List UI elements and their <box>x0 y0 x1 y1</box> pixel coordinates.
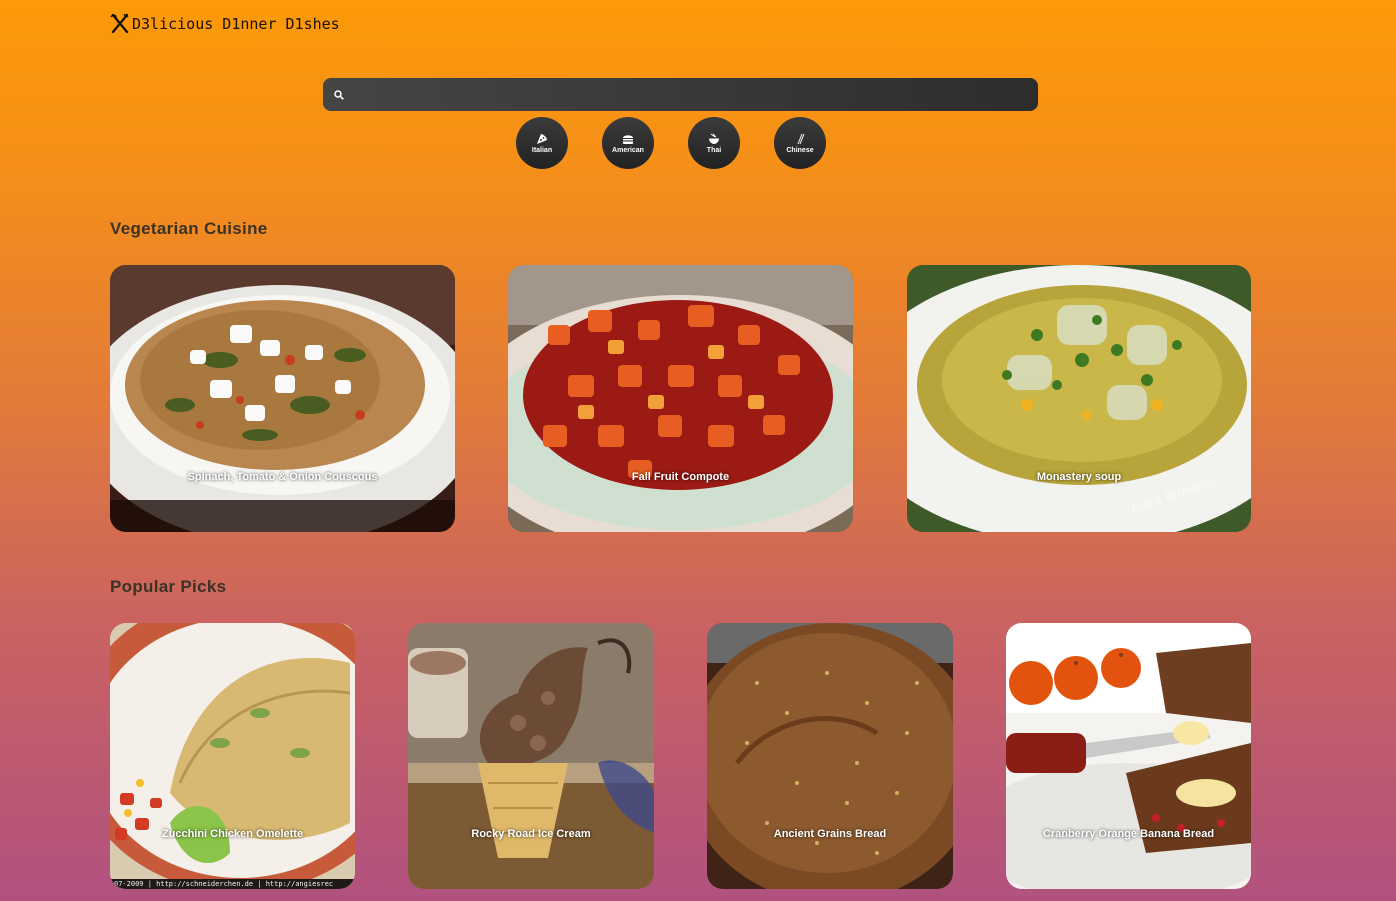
recipe-card[interactable]: Spinach, Tomato & Onion Couscous <box>110 265 455 532</box>
cuisine-button-thai[interactable]: Thai <box>688 117 740 169</box>
recipe-card[interactable]: Zucchini Chicken Omelette 07-2009 | http… <box>110 623 355 889</box>
site-title: D3licious D1nner D1shes <box>132 15 340 33</box>
image-watermark: 07-2009 | http://schneiderchen.de | http… <box>114 880 334 888</box>
cuisine-label: American <box>612 146 644 154</box>
cuisine-label: Italian <box>531 146 553 154</box>
cuisine-label: Thai <box>706 146 722 154</box>
cuisine-label: Chinese <box>786 146 814 154</box>
fork-knife-icon <box>110 13 129 34</box>
burger-icon <box>623 134 633 144</box>
cuisine-button-american[interactable]: American <box>602 117 654 169</box>
search-bar[interactable] <box>323 78 1038 111</box>
recipe-card[interactable]: Monastery soup Laka kuharica <box>907 265 1251 532</box>
search-input[interactable] <box>352 86 1038 103</box>
site-logo[interactable]: D3licious D1nner D1shes <box>110 13 340 35</box>
recipe-card[interactable]: Cranberry Orange Banana Bread <box>1006 623 1251 889</box>
recipe-card[interactable]: Fall Fruit Compote <box>508 265 853 532</box>
pizza-icon <box>537 133 547 144</box>
section-title-vegetarian: Vegetarian Cuisine <box>110 219 268 238</box>
ice-cream-image <box>408 623 654 889</box>
search-icon <box>334 89 344 100</box>
recipe-card[interactable]: Ancient Grains Bread <box>707 623 953 889</box>
recipe-title: Fall Fruit Compote <box>631 471 730 483</box>
couscous-image <box>110 265 455 532</box>
cuisine-filter: Italian American Thai Chinese <box>516 117 826 169</box>
recipe-title: Zucchini Chicken Omelette <box>161 828 304 840</box>
section-title-popular: Popular Picks <box>110 577 227 596</box>
omelette-image <box>110 623 355 889</box>
ancient-grains-bread-image <box>707 623 953 889</box>
cuisine-button-chinese[interactable]: Chinese <box>774 117 826 169</box>
recipe-title: Cranberry Orange Banana Bread <box>1042 828 1215 840</box>
cranberry-banana-bread-image <box>1006 623 1251 889</box>
recipe-card[interactable]: Rocky Road Ice Cream <box>408 623 654 889</box>
chopsticks-icon <box>797 133 805 144</box>
recipe-title: Rocky Road Ice Cream <box>471 828 591 840</box>
recipe-title: Ancient Grains Bread <box>773 828 887 840</box>
fruit-compote-image <box>508 265 853 532</box>
recipe-title: Spinach, Tomato & Onion Couscous <box>187 471 378 483</box>
bowl-icon <box>709 133 719 144</box>
cuisine-button-italian[interactable]: Italian <box>516 117 568 169</box>
